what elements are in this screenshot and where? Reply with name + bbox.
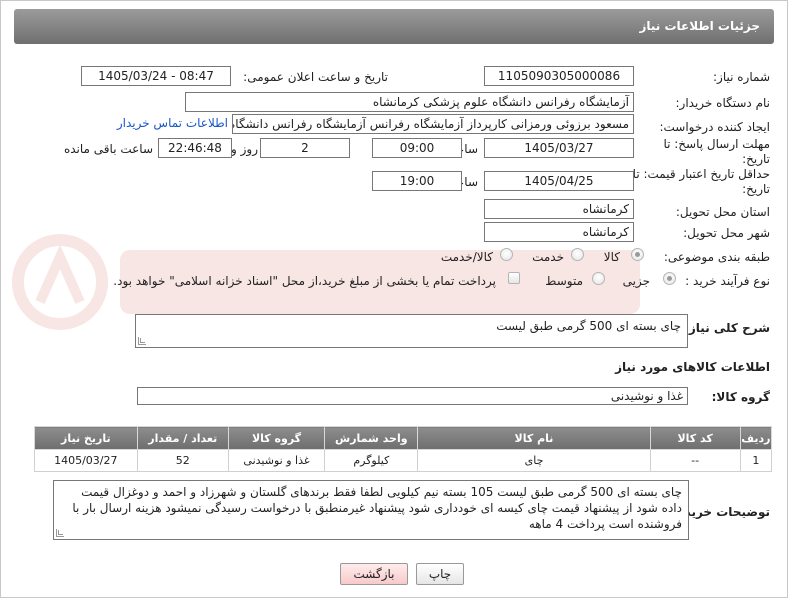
deadline-date-field: 1405/03/27 (484, 138, 634, 158)
cell-need-date: 1405/03/27 (34, 449, 138, 472)
buyer-org-field: آزمایشگاه رفرانس دانشگاه علوم پزشکی کرما… (185, 92, 634, 112)
summary-label: شرح کلی نیاز: (684, 321, 770, 335)
purchase-type-label: نوع فرآیند خرید : (685, 274, 770, 288)
city-label: شهر محل تحویل: (683, 226, 770, 240)
purchase-option-minor: جزیی (622, 274, 650, 288)
validity-label: حداقل تاریخ اعتبار قیمت: تا تاریخ: (632, 167, 770, 196)
goods-group-label: گروه کالا: (711, 390, 770, 404)
days-field: 2 (260, 138, 350, 158)
cell-row-number: 1 (739, 449, 773, 472)
deadline-label: مهلت ارسال پاسخ: تا تاریخ: (663, 137, 770, 166)
table-row: 1 -- چای کیلوگرم غذا و نوشیدنی 52 1405/0… (34, 449, 773, 472)
category-option-goods: کالا (603, 250, 620, 264)
treasury-payment-note: پرداخت تمام یا بخشی از مبلغ خرید،از محل … (113, 274, 496, 288)
cell-item-name: چای (417, 449, 651, 472)
buyer-notes-textarea[interactable]: چای بسته ای 500 گرمی طبق لیست 105 بسته ن… (53, 480, 689, 540)
category-radio-service[interactable] (571, 248, 584, 261)
purchase-option-medium: متوسط (545, 274, 583, 288)
need-number-label: شماره نیاز: (713, 70, 770, 84)
need-number-field: 1105090305000086 (484, 66, 634, 86)
category-option-goods-service: کالا/خدمت (440, 250, 493, 264)
category-option-service: خدمت (532, 250, 564, 264)
validity-date-field: 1405/04/25 (484, 171, 634, 191)
category-label: طبقه بندی موضوعی: (663, 250, 770, 264)
remaining-time-field: 22:46:48 (158, 138, 232, 158)
col-quantity: تعداد / مقدار (136, 426, 229, 450)
goods-table: ردیف کد کالا نام کالا واحد شمارش گروه کا… (34, 426, 773, 472)
category-radio-goods-service[interactable] (500, 248, 513, 261)
goods-group-field: غذا و نوشیدنی (137, 387, 688, 405)
col-row-number: ردیف (739, 426, 773, 450)
page-title: جزئیات اطلاعات نیاز (639, 19, 760, 33)
col-unit: واحد شمارش (324, 426, 419, 450)
treasury-payment-checkbox[interactable] (508, 272, 520, 284)
deadline-time-field: 09:00 (372, 138, 462, 158)
resize-handle-icon[interactable] (138, 337, 146, 345)
col-item-name: نام کالا (417, 426, 651, 450)
cell-group: غذا و نوشیدنی (227, 449, 326, 472)
city-field: کرمانشاه (484, 222, 634, 242)
province-field: کرمانشاه (484, 199, 634, 219)
print-button[interactable]: چاپ (416, 563, 464, 585)
purchase-radio-minor[interactable] (663, 272, 676, 285)
col-group: گروه کالا (227, 426, 326, 450)
announce-field: 1405/03/24 - 08:47 (81, 66, 231, 86)
col-need-date: تاریخ نیاز (34, 426, 138, 450)
buyer-notes-text: چای بسته ای 500 گرمی طبق لیست 105 بسته ن… (72, 485, 682, 531)
goods-table-header: ردیف کد کالا نام کالا واحد شمارش گروه کا… (34, 426, 773, 450)
creator-label: ایجاد کننده درخواست: (659, 120, 770, 134)
validity-time-field: 19:00 (372, 171, 462, 191)
days-label: روز و (231, 142, 258, 156)
cell-item-code: -- (649, 449, 741, 472)
province-label: استان محل تحویل: (675, 205, 770, 219)
announce-label: تاریخ و ساعت اعلان عمومی: (243, 70, 388, 84)
cell-unit: کیلوگرم (324, 449, 419, 472)
buyer-org-label: نام دستگاه خریدار: (675, 96, 771, 110)
goods-section-title: اطلاعات کالاهای مورد نیاز (615, 360, 770, 374)
col-item-code: کد کالا (649, 426, 741, 450)
summary-text: چای بسته ای 500 گرمی طبق لیست (496, 319, 681, 333)
back-button[interactable]: بازگشت (340, 563, 408, 585)
purchase-radio-medium[interactable] (592, 272, 605, 285)
category-radio-goods[interactable] (631, 248, 644, 261)
creator-field: مسعود برزوئی ورمزانی کارپرداز آزمایشگاه … (232, 114, 634, 134)
remaining-label: ساعت باقی مانده (63, 142, 153, 156)
page-header: جزئیات اطلاعات نیاز (14, 9, 774, 44)
cell-quantity: 52 (136, 449, 229, 472)
contact-buyer-link[interactable]: اطلاعات تماس خریدار (117, 116, 228, 130)
resize-handle-icon[interactable] (56, 529, 64, 537)
summary-textarea[interactable]: چای بسته ای 500 گرمی طبق لیست (135, 314, 688, 348)
